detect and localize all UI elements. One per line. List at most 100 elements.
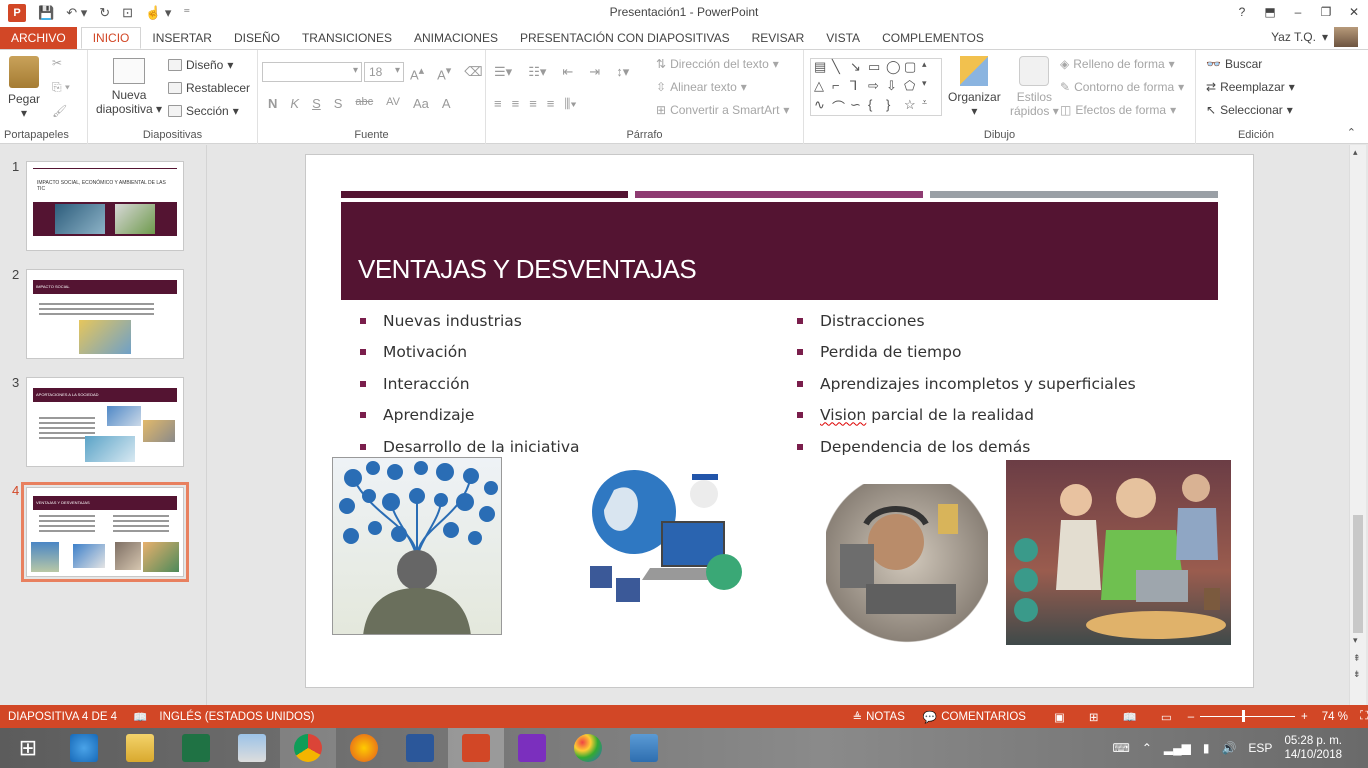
keyboard-icon[interactable]: ⌨ xyxy=(1113,741,1130,755)
char-spacing-button[interactable]: AV xyxy=(386,96,400,111)
decrease-indent-icon[interactable]: ⇤ xyxy=(562,64,573,80)
redo-icon[interactable]: ↻ xyxy=(99,5,110,21)
ribbon-display-icon[interactable]: ⬒ xyxy=(1256,0,1284,24)
curve-shape-icon[interactable]: ∿ xyxy=(814,97,832,116)
slide-thumbnail-1[interactable]: IMPACTO SOCIAL, ECONÓMICO Y AMBIENTAL DE… xyxy=(26,161,184,251)
align-text-button[interactable]: ⇳ Alinear texto ▾ xyxy=(656,80,747,94)
notes-button[interactable]: NOTAS xyxy=(866,711,905,723)
rectangle-shape-icon[interactable]: ▭ xyxy=(868,59,886,78)
taskbar-ie[interactable] xyxy=(56,728,112,768)
align-center-icon[interactable]: ≡ xyxy=(512,96,520,112)
spellcheck-icon[interactable]: 📖 xyxy=(133,710,147,724)
input-language[interactable]: ESP xyxy=(1248,741,1272,755)
textbox-shape-icon[interactable]: ▤ xyxy=(814,59,832,78)
elbow-shape-icon[interactable]: ⌐ xyxy=(832,78,850,97)
slide-title[interactable]: VENTAJAS Y DESVENTAJAS xyxy=(358,254,697,285)
reading-view-icon[interactable]: 📖 xyxy=(1122,710,1136,724)
avatar[interactable] xyxy=(1334,27,1358,47)
shapes-gallery[interactable]: ▤ ╲ ↘ ▭ ◯ ▢ ▴ △ ⌐ ⅂ ⇨ ⇩ ⬠ ▾ ∿ ⌒ ∽{} ☆ ⩡ xyxy=(810,58,942,116)
new-slide-button[interactable]: Nueva diapositiva ▾ xyxy=(96,58,162,116)
user-account[interactable]: Yaz T.Q. ▾ xyxy=(1271,27,1358,47)
help-button[interactable]: ? xyxy=(1228,0,1256,24)
people-with-devices-image[interactable] xyxy=(1006,460,1231,645)
star-shape-icon[interactable]: ☆ xyxy=(904,97,922,116)
text-direction-button[interactable]: ⇅ Dirección del texto ▾ xyxy=(656,57,779,71)
numbering-icon[interactable]: ☷▾ xyxy=(528,64,546,80)
line-shape-icon[interactable]: ╲ xyxy=(832,59,850,78)
close-button[interactable]: ✕ xyxy=(1340,0,1368,24)
right-brace-shape-icon[interactable]: } xyxy=(886,97,904,116)
underline-button[interactable]: S xyxy=(312,96,321,111)
paste-button[interactable]: Pegar ▾ xyxy=(8,56,40,120)
collapse-ribbon-icon[interactable]: ⌃ xyxy=(1347,126,1356,139)
tab-archivo[interactable]: ARCHIVO xyxy=(0,27,77,49)
network-icon[interactable]: ▂▄▆ xyxy=(1164,741,1191,755)
tab-vista[interactable]: VISTA xyxy=(815,27,871,49)
minimize-button[interactable]: – xyxy=(1284,0,1312,24)
rounded-rect-shape-icon[interactable]: ▢ xyxy=(904,59,922,78)
globe-laptop-image[interactable] xyxy=(584,460,771,606)
font-size-input[interactable]: 18 ▾ xyxy=(364,62,404,82)
volume-icon[interactable]: 🔊 xyxy=(1221,741,1236,755)
taskbar-paint[interactable] xyxy=(560,728,616,768)
tab-animaciones[interactable]: ANIMACIONES xyxy=(403,27,509,49)
increase-font-icon[interactable]: A▴ xyxy=(410,64,424,82)
zoom-in-icon[interactable]: + xyxy=(1301,711,1308,723)
more-shapes-icon[interactable]: ⩡ xyxy=(922,97,940,116)
tab-insertar[interactable]: INSERTAR xyxy=(141,27,223,49)
clock[interactable]: 05:28 p. m. 14/10/2018 xyxy=(1284,734,1342,762)
columns-icon[interactable]: ⫼▾ xyxy=(564,96,576,112)
vertical-scrollbar[interactable]: ▴ ▾ ⇞ ⇟ xyxy=(1349,145,1366,705)
next-slide-icon[interactable]: ⇟ xyxy=(1353,669,1361,680)
taskbar-powerpoint[interactable] xyxy=(448,728,504,768)
bullets-icon[interactable]: ☰▾ xyxy=(494,64,512,80)
copy-icon[interactable]: ⎘ ▾ xyxy=(52,80,70,95)
taskbar-magnifier[interactable] xyxy=(504,728,560,768)
taskbar-firefox[interactable] xyxy=(336,728,392,768)
scroll-down-arrow-icon[interactable]: ▾ xyxy=(1353,635,1358,646)
scroll-up-icon[interactable]: ▴ xyxy=(922,59,940,78)
increase-indent-icon[interactable]: ⇥ xyxy=(589,64,600,80)
slide-sorter-icon[interactable]: ⊞ xyxy=(1089,710,1099,724)
touch-mode-icon[interactable]: ☝ ▾ xyxy=(145,5,171,21)
shape-fill-button[interactable]: ◈ Relleno de forma ▾ xyxy=(1060,57,1175,71)
disadvantages-list[interactable]: Distracciones Perdida de tiempo Aprendiz… xyxy=(797,305,1136,463)
taskbar-photos[interactable] xyxy=(616,728,672,768)
customize-qat-icon[interactable]: ⁼ xyxy=(183,5,190,21)
tab-diseno[interactable]: DISEÑO xyxy=(223,27,291,49)
font-color-button[interactable]: A xyxy=(442,96,451,111)
taskbar-explorer[interactable] xyxy=(112,728,168,768)
align-left-icon[interactable]: ≡ xyxy=(494,96,502,112)
strikethrough-button[interactable]: abc xyxy=(355,96,373,111)
battery-icon[interactable]: ▮ xyxy=(1203,741,1210,755)
stressed-man-computer-image[interactable] xyxy=(826,484,988,646)
taskbar-chrome[interactable] xyxy=(280,728,336,768)
italic-button[interactable]: K xyxy=(290,96,299,111)
arrange-button[interactable]: Organizar ▾ xyxy=(948,56,1001,118)
taskbar-word[interactable] xyxy=(392,728,448,768)
align-right-icon[interactable]: ≡ xyxy=(529,96,537,112)
powerpoint-logo-icon[interactable]: P xyxy=(8,4,26,22)
oval-shape-icon[interactable]: ◯ xyxy=(886,59,904,78)
brain-network-image[interactable] xyxy=(332,457,502,635)
save-icon[interactable]: 💾 xyxy=(38,5,54,21)
find-button[interactable]: 👓 Buscar xyxy=(1206,57,1262,71)
shadow-button[interactable]: S xyxy=(334,96,343,111)
prev-slide-icon[interactable]: ⇞ xyxy=(1353,653,1361,664)
scroll-thumb[interactable] xyxy=(1353,515,1363,633)
down-arrow-shape-icon[interactable]: ⇩ xyxy=(886,78,904,97)
slide-thumbnail-2[interactable]: IMPACTO SOCIAL xyxy=(26,269,184,359)
restore-button[interactable]: ❐ xyxy=(1312,0,1340,24)
select-button[interactable]: ↖ Seleccionar ▾ xyxy=(1206,103,1293,117)
advantages-list[interactable]: Nuevas industrias Motivación Interacción… xyxy=(360,305,580,463)
tab-complementos[interactable]: COMPLEMENTOS xyxy=(871,27,995,49)
font-name-input[interactable]: ▾ xyxy=(262,62,362,82)
current-slide[interactable]: VENTAJAS Y DESVENTAJAS Nuevas industrias… xyxy=(305,154,1254,688)
justify-icon[interactable]: ≡ xyxy=(547,96,555,112)
undo-icon[interactable]: ↶ ▾ xyxy=(66,5,87,21)
comments-button[interactable]: COMENTARIOS xyxy=(941,711,1026,723)
connector-shape-icon[interactable]: ⅂ xyxy=(850,78,868,97)
clear-format-icon[interactable]: ⌫ xyxy=(464,64,482,82)
zoom-out-icon[interactable]: – xyxy=(1188,711,1194,723)
normal-view-icon[interactable]: ▣ xyxy=(1054,710,1065,724)
